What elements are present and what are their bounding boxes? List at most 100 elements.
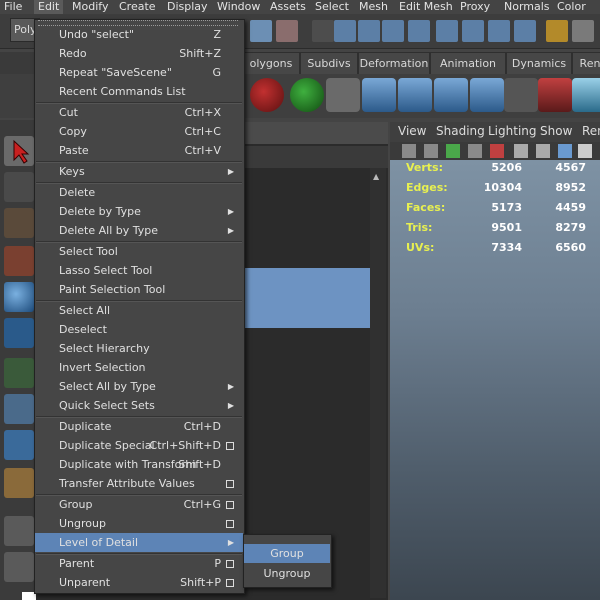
snap-grid-icon[interactable]	[334, 20, 356, 42]
menu-create[interactable]: Create	[119, 0, 156, 14]
menu-item-delete[interactable]: Delete	[35, 183, 243, 202]
ik-tool-icon[interactable]	[398, 78, 432, 112]
wireframe-icon[interactable]	[514, 144, 528, 158]
outliner-scrollbar[interactable]: ▲	[370, 168, 386, 598]
tab-dynamics[interactable]: Dynamics	[506, 52, 572, 74]
menu-modify[interactable]: Modify	[72, 0, 108, 14]
option-box-icon[interactable]	[226, 579, 234, 587]
snap-surface-icon[interactable]	[436, 20, 458, 42]
layout-single-icon[interactable]	[4, 516, 34, 546]
select-by-component-icon[interactable]	[276, 20, 298, 42]
submenu-item-group[interactable]: Group	[244, 544, 330, 563]
paint-select-icon[interactable]	[4, 208, 34, 238]
select-tool-icon[interactable]	[4, 136, 34, 166]
menu-item-undo[interactable]: Undo "select" Z	[35, 25, 243, 44]
input-output-icon[interactable]	[488, 20, 510, 42]
select-by-hierarchy-icon[interactable]	[250, 20, 272, 42]
camera-icon[interactable]	[402, 144, 416, 158]
lock-icon[interactable]	[546, 20, 568, 42]
soft-mod-icon[interactable]	[4, 394, 34, 424]
menu-color[interactable]: Color	[557, 0, 586, 14]
menu-item-deselect[interactable]: Deselect	[35, 320, 243, 339]
menu-item-group[interactable]: Group Ctrl+G	[35, 495, 243, 514]
layout-four-icon[interactable]	[4, 552, 34, 582]
history-icon[interactable]	[462, 20, 484, 42]
red-tool-icon[interactable]	[250, 78, 284, 112]
help-icon[interactable]	[514, 20, 536, 42]
option-box-icon[interactable]	[226, 442, 234, 450]
lasso-tool-icon[interactable]	[4, 172, 34, 202]
trash-icon[interactable]	[326, 78, 360, 112]
show-manip-icon[interactable]	[4, 430, 34, 460]
outliner-filter[interactable]	[242, 146, 388, 168]
menu-item-lasso-select-tool[interactable]: Lasso Select Tool	[35, 261, 243, 280]
menu-assets[interactable]: Assets	[270, 0, 306, 14]
cube-icon[interactable]	[572, 78, 600, 112]
render-icon[interactable]	[572, 20, 594, 42]
option-box-icon[interactable]	[226, 501, 234, 509]
menu-item-quick-select-sets[interactable]: Quick Select Sets ▶	[35, 396, 243, 415]
snap-point-icon[interactable]	[382, 20, 404, 42]
manipulator-icon[interactable]	[4, 358, 34, 388]
menu-item-parent[interactable]: Parent P	[35, 554, 243, 573]
viewport-menu-renderer[interactable]: Ren	[582, 124, 600, 138]
image-plane-icon[interactable]	[468, 144, 482, 158]
menu-window[interactable]: Window	[217, 0, 260, 14]
viewport-menu-lighting[interactable]: Lighting	[488, 124, 537, 138]
scroll-up-icon[interactable]: ▲	[373, 172, 379, 181]
menu-edit-mesh[interactable]: Edit Mesh	[399, 0, 453, 14]
bind-skin-icon[interactable]	[434, 78, 468, 112]
bookmark-icon[interactable]	[446, 144, 460, 158]
snap-curve-icon[interactable]	[358, 20, 380, 42]
smooth-shade-icon[interactable]	[558, 144, 572, 158]
constraint-icon[interactable]	[538, 78, 572, 112]
menu-item-select-all-by-type[interactable]: Select All by Type ▶	[35, 377, 243, 396]
menu-item-duplicate-with-transform[interactable]: Duplicate with Transform Shift+D	[35, 455, 243, 474]
viewport-menu-show[interactable]: Show	[540, 124, 572, 138]
joint-tool-icon[interactable]	[362, 78, 396, 112]
snap-plane-icon[interactable]	[408, 20, 430, 42]
skeleton-icon[interactable]	[470, 78, 504, 112]
menu-item-redo[interactable]: Redo Shift+Z	[35, 44, 243, 63]
submenu-item-ungroup[interactable]: Ungroup	[244, 564, 330, 583]
textured-icon[interactable]	[578, 144, 592, 158]
scale-tool-icon[interactable]	[4, 318, 34, 348]
menu-item-paste[interactable]: Paste Ctrl+V	[35, 141, 243, 160]
viewport-menu-view[interactable]: View	[398, 124, 426, 138]
menu-item-duplicate[interactable]: Duplicate Ctrl+D	[35, 417, 243, 436]
menu-item-repeat[interactable]: Repeat "SaveScene" G	[35, 63, 243, 82]
menu-item-unparent[interactable]: Unparent Shift+P	[35, 573, 243, 592]
menu-item-transfer-attribute-values[interactable]: Transfer Attribute Values	[35, 474, 243, 493]
green-tool-icon[interactable]	[290, 78, 324, 112]
menu-item-level-of-detail[interactable]: Level of Detail ▶	[35, 533, 243, 552]
menu-item-paint-selection-tool[interactable]: Paint Selection Tool	[35, 280, 243, 299]
grid-icon[interactable]	[536, 144, 550, 158]
mask-menu-icon[interactable]	[312, 20, 334, 42]
menu-item-copy[interactable]: Copy Ctrl+C	[35, 122, 243, 141]
tab-animation[interactable]: Animation	[430, 52, 506, 74]
move-tool-icon[interactable]	[4, 246, 34, 276]
menu-item-select-tool[interactable]: Select Tool	[35, 242, 243, 261]
xray-icon[interactable]	[490, 144, 504, 158]
viewport-menu-shading[interactable]: Shading	[436, 124, 485, 138]
menu-item-cut[interactable]: Cut Ctrl+X	[35, 103, 243, 122]
menu-display[interactable]: Display	[167, 0, 208, 14]
menu-select[interactable]: Select	[315, 0, 349, 14]
camera-attr-icon[interactable]	[424, 144, 438, 158]
last-tool-icon[interactable]	[4, 468, 34, 498]
menu-item-select-all[interactable]: Select All	[35, 301, 243, 320]
menu-normals[interactable]: Normals	[504, 0, 550, 14]
menu-item-invert-selection[interactable]: Invert Selection	[35, 358, 243, 377]
option-box-icon[interactable]	[226, 480, 234, 488]
option-box-icon[interactable]	[226, 520, 234, 528]
tab-rendering[interactable]: Ren	[572, 52, 600, 74]
option-box-icon[interactable]	[226, 560, 234, 568]
menu-item-delete-by-type[interactable]: Delete by Type ▶	[35, 202, 243, 221]
menu-proxy[interactable]: Proxy	[460, 0, 490, 14]
menu-file[interactable]: File	[4, 0, 22, 14]
menu-edit[interactable]: Edit	[34, 0, 64, 14]
tab-deformation[interactable]: Deformation	[358, 52, 430, 74]
hypergraph-icon[interactable]	[504, 78, 538, 112]
menu-item-ungroup[interactable]: Ungroup	[35, 514, 243, 533]
menu-item-delete-all-by-type[interactable]: Delete All by Type ▶	[35, 221, 243, 240]
